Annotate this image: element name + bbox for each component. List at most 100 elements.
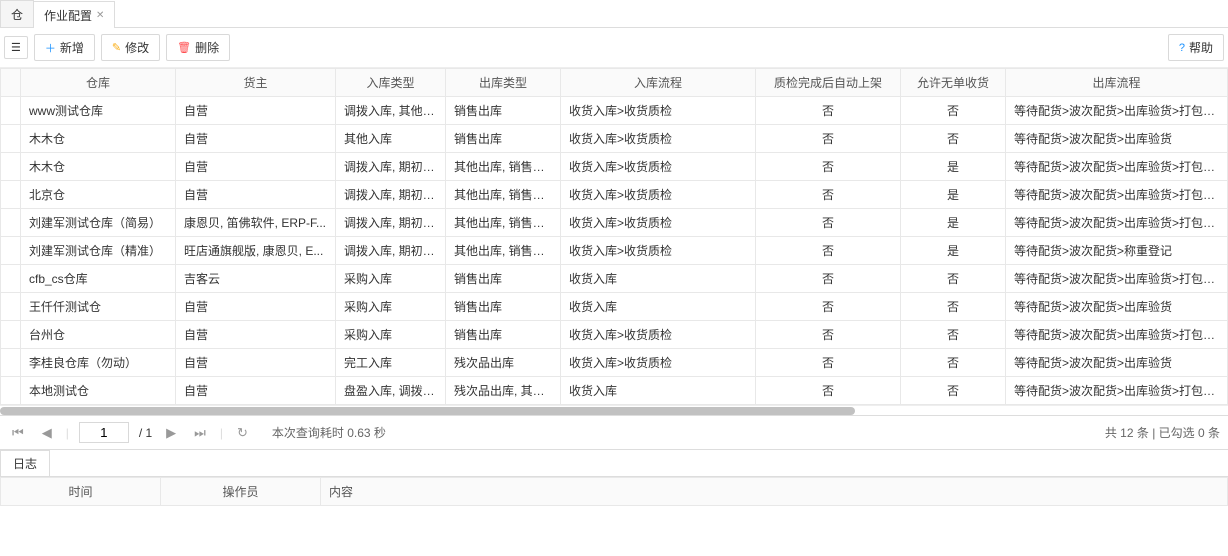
col-out-type[interactable]: 出库类型: [446, 69, 561, 97]
pager: ⏮ ◀ | / 1 ▶ ⏭ | ↻ 本次查询耗时 0.63 秒 共 12 条 |…: [0, 415, 1228, 450]
cell-allow: 是: [901, 153, 1006, 181]
cell-owner: 自营: [176, 377, 336, 405]
row-handle[interactable]: [1, 265, 21, 293]
cell-in-flow: 收货入库: [561, 265, 756, 293]
horizontal-scrollbar[interactable]: [0, 405, 1228, 415]
cell-auto: 否: [756, 321, 901, 349]
col-allow-noorder[interactable]: 允许无单收货: [901, 69, 1006, 97]
cell-owner: 旺店通旗舰版, 康恩贝, E...: [176, 237, 336, 265]
cell-auto: 否: [756, 237, 901, 265]
btn-label: 帮助: [1189, 39, 1213, 56]
cell-allow: 是: [901, 181, 1006, 209]
last-page-icon[interactable]: ⏭: [190, 425, 210, 441]
menu-button[interactable]: ☰: [4, 36, 28, 59]
table-row[interactable]: 木木仓自营其他入库销售出库收货入库>收货质检否否等待配货>波次配货>出库验货: [1, 125, 1228, 153]
col-in-flow[interactable]: 入库流程: [561, 69, 756, 97]
tab-job-config[interactable]: 作业配置 ✕: [33, 1, 115, 28]
log-table: 时间 操作员 内容: [0, 477, 1228, 556]
cell-auto: 否: [756, 265, 901, 293]
cell-in-flow: 收货入库>收货质检: [561, 181, 756, 209]
edit-button[interactable]: ✎ 修改: [101, 34, 160, 61]
cell-in-flow: 收货入库: [561, 293, 756, 321]
table-row[interactable]: 刘建军测试仓库（简易）康恩贝, 笛佛软件, ERP-F...调拨入库, 期初库.…: [1, 209, 1228, 237]
row-handle[interactable]: [1, 97, 21, 125]
cell-warehouse: 本地测试仓: [21, 377, 176, 405]
scroll-thumb[interactable]: [0, 407, 855, 415]
table-row[interactable]: 王仟仟测试仓自营采购入库销售出库收货入库否否等待配货>波次配货>出库验货: [1, 293, 1228, 321]
row-handle[interactable]: [1, 321, 21, 349]
cell-out-flow: 等待配货>波次配货>出库验货>打包登记: [1006, 153, 1228, 181]
cell-in-flow: 收货入库>收货质检: [561, 153, 756, 181]
col-checkbox[interactable]: [1, 69, 21, 97]
table-row[interactable]: cfb_cs仓库吉客云采购入库销售出库收货入库否否等待配货>波次配货>出库验货>…: [1, 265, 1228, 293]
prev-page-icon[interactable]: ◀: [38, 425, 56, 441]
toolbar: ☰ ＋ 新增 ✎ 修改 🗑 删除 ? 帮助: [0, 28, 1228, 68]
cell-out-type: 其他出库, 销售出...: [446, 181, 561, 209]
row-handle[interactable]: [1, 153, 21, 181]
cell-in-flow: 收货入库>收货质检: [561, 97, 756, 125]
table-row[interactable]: 本地测试仓自营盘盈入库, 调拨入...残次品出库, 其他...收货入库否否等待配…: [1, 377, 1228, 405]
cell-out-flow: 等待配货>波次配货>出库验货>打包登记: [1006, 265, 1228, 293]
close-icon[interactable]: ✕: [96, 10, 104, 21]
col-warehouse[interactable]: 仓库: [21, 69, 176, 97]
cell-allow: 否: [901, 321, 1006, 349]
cell-in-type: 调拨入库, 期初库...: [336, 209, 446, 237]
cell-out-flow: 等待配货>波次配货>出库验货>打包登记: [1006, 377, 1228, 405]
tab-log[interactable]: 日志: [0, 450, 50, 476]
table-row[interactable]: 台州仓自营采购入库销售出库收货入库>收货质检否否等待配货>波次配货>出库验货>打…: [1, 321, 1228, 349]
pager-summary: 共 12 条 | 已勾选 0 条: [1105, 424, 1220, 441]
cell-allow: 是: [901, 209, 1006, 237]
table-row[interactable]: 北京仓自营调拨入库, 期初库...其他出库, 销售出...收货入库>收货质检否是…: [1, 181, 1228, 209]
log-col-time[interactable]: 时间: [1, 478, 161, 506]
next-page-icon[interactable]: ▶: [162, 425, 180, 441]
cell-out-flow: 等待配货>波次配货>出库验货: [1006, 349, 1228, 377]
row-handle[interactable]: [1, 125, 21, 153]
row-handle[interactable]: [1, 181, 21, 209]
cell-allow: 否: [901, 293, 1006, 321]
row-handle[interactable]: [1, 349, 21, 377]
col-owner[interactable]: 货主: [176, 69, 336, 97]
delete-button[interactable]: 🗑 删除: [166, 34, 230, 61]
cell-out-type: 残次品出库: [446, 349, 561, 377]
row-handle[interactable]: [1, 237, 21, 265]
cell-out-flow: 等待配货>波次配货>出库验货: [1006, 293, 1228, 321]
cell-warehouse: 王仟仟测试仓: [21, 293, 176, 321]
table-row[interactable]: www测试仓库自营调拨入库, 其他入库销售出库收货入库>收货质检否否等待配货>波…: [1, 97, 1228, 125]
cell-allow: 否: [901, 377, 1006, 405]
refresh-icon[interactable]: ↻: [233, 425, 252, 441]
first-page-icon[interactable]: ⏮: [8, 425, 28, 441]
menu-icon: ☰: [11, 41, 21, 54]
cell-warehouse: www测试仓库: [21, 97, 176, 125]
table-row[interactable]: 刘建军测试仓库（精准）旺店通旗舰版, 康恩贝, E...调拨入库, 期初库...…: [1, 237, 1228, 265]
row-handle[interactable]: [1, 377, 21, 405]
cell-out-type: 其他出库, 销售出...: [446, 153, 561, 181]
cell-auto: 否: [756, 293, 901, 321]
cell-owner: 吉客云: [176, 265, 336, 293]
row-handle[interactable]: [1, 293, 21, 321]
tab-label: 日志: [13, 457, 37, 471]
col-auto-shelf[interactable]: 质检完成后自动上架: [756, 69, 901, 97]
table-row[interactable]: 李桂良仓库（勿动）自营完工入库残次品出库收货入库>收货质检否否等待配货>波次配货…: [1, 349, 1228, 377]
table-row[interactable]: 木木仓自营调拨入库, 期初库...其他出库, 销售出...收货入库>收货质检否是…: [1, 153, 1228, 181]
col-out-flow[interactable]: 出库流程: [1006, 69, 1228, 97]
cell-owner: 自营: [176, 293, 336, 321]
cell-owner: 康恩贝, 笛佛软件, ERP-F...: [176, 209, 336, 237]
add-button[interactable]: ＋ 新增: [34, 34, 95, 61]
log-col-content[interactable]: 内容: [321, 478, 1228, 506]
page-input[interactable]: [79, 422, 129, 443]
tab-label: 仓: [11, 6, 23, 23]
cell-in-flow: 收货入库>收货质检: [561, 321, 756, 349]
row-handle[interactable]: [1, 209, 21, 237]
log-col-operator[interactable]: 操作员: [161, 478, 321, 506]
tab-warehouse[interactable]: 仓: [0, 0, 34, 27]
cell-owner: 自营: [176, 125, 336, 153]
col-in-type[interactable]: 入库类型: [336, 69, 446, 97]
help-button[interactable]: ? 帮助: [1168, 34, 1224, 61]
cell-auto: 否: [756, 209, 901, 237]
plus-icon: ＋: [45, 40, 56, 56]
btn-label: 删除: [195, 39, 219, 56]
question-icon: ?: [1179, 42, 1185, 54]
cell-warehouse: 台州仓: [21, 321, 176, 349]
cell-warehouse: 李桂良仓库（勿动）: [21, 349, 176, 377]
cell-out-type: 销售出库: [446, 97, 561, 125]
